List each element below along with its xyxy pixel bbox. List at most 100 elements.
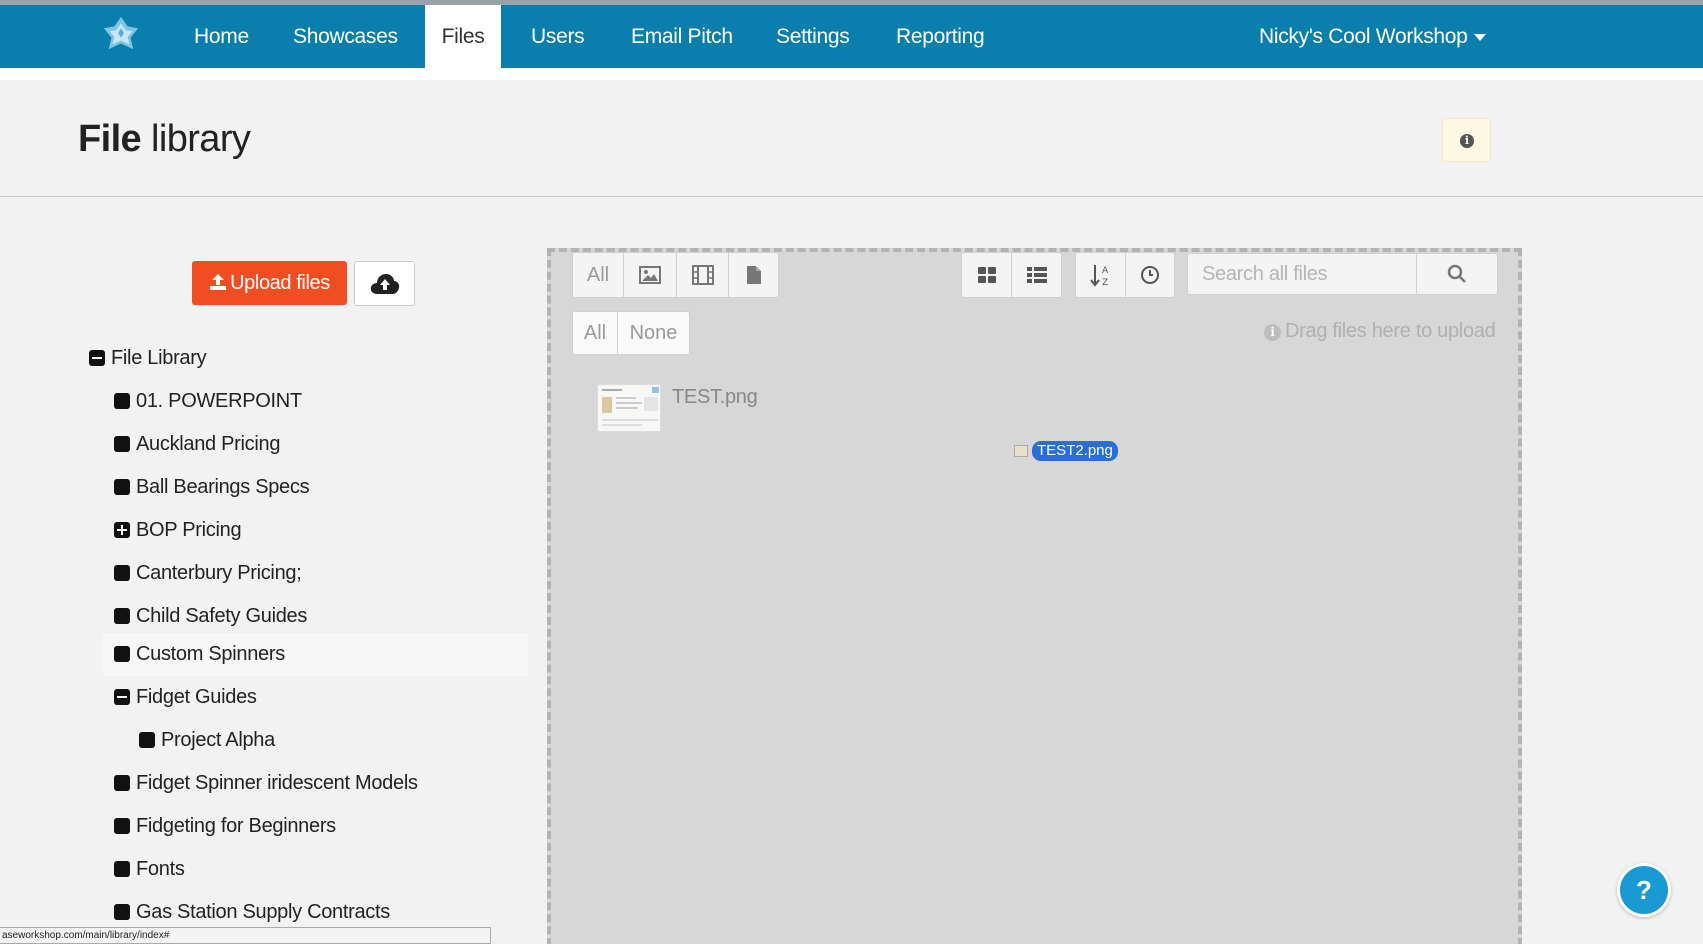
- tree-item-label: Ball Bearings Specs: [136, 476, 310, 498]
- drag-hint: i Drag files here to upload: [1264, 320, 1496, 343]
- list-view-icon: [1026, 267, 1047, 283]
- search-button[interactable]: [1416, 253, 1498, 295]
- tree-item-bop-pricing[interactable]: BOP Pricing: [114, 515, 242, 545]
- tree-item-label: Custom Spinners: [136, 643, 285, 665]
- tree-item-custom-spinners[interactable]: Custom Spinners: [114, 639, 285, 669]
- help-button[interactable]: ?: [1617, 863, 1671, 917]
- tree-item-canterbury-pricing[interactable]: Canterbury Pricing;: [114, 558, 302, 588]
- tree-item-label: Gas Station Supply Contracts: [136, 901, 390, 923]
- collapse-icon[interactable]: [114, 689, 130, 705]
- folder-icon: [114, 393, 130, 409]
- folder-icon: [139, 732, 155, 748]
- tree-item-label: Fidget Spinner iridescent Models: [136, 772, 418, 794]
- file-dropzone[interactable]: [547, 248, 1522, 944]
- filter-all-button[interactable]: All: [572, 252, 623, 298]
- info-icon: i: [1264, 324, 1281, 341]
- nav-users[interactable]: Users: [531, 5, 585, 68]
- tree-item-fidget-guides[interactable]: Fidget Guides: [114, 682, 257, 712]
- folder-icon: [114, 436, 130, 452]
- image-icon: [639, 266, 661, 284]
- nav-showcases[interactable]: Showcases: [293, 5, 398, 68]
- list-view-button[interactable]: [1011, 252, 1062, 298]
- select-all-label: All: [583, 321, 607, 344]
- view-toggle-group: [961, 252, 1062, 298]
- info-button[interactable]: i: [1442, 118, 1491, 162]
- tree-item-gas-station-supply-contracts[interactable]: Gas Station Supply Contracts: [114, 897, 390, 927]
- nav-files[interactable]: Files: [425, 5, 501, 68]
- info-icon: i: [1460, 134, 1474, 148]
- search-input[interactable]: [1187, 253, 1416, 295]
- tree-item-ball-bearings-specs[interactable]: Ball Bearings Specs: [114, 472, 310, 502]
- file-thumbnail[interactable]: [597, 384, 661, 432]
- navbar-underline: [0, 68, 1703, 80]
- cloud-upload-icon: [370, 274, 400, 294]
- page-title-rest: library: [141, 118, 251, 160]
- grid-view-button[interactable]: [961, 252, 1011, 298]
- nav-reporting[interactable]: Reporting: [896, 5, 985, 68]
- file-search: [1187, 253, 1498, 295]
- tree-item-label: 01. POWERPOINT: [136, 390, 302, 412]
- browser-status-url: aseworkshop.com/main/library/index#: [0, 927, 491, 944]
- select-all-button[interactable]: All: [572, 311, 617, 355]
- sort-group: AZ: [1075, 252, 1175, 298]
- filter-images-button[interactable]: [623, 252, 676, 298]
- page-title: File library: [78, 118, 251, 161]
- search-icon: [1447, 264, 1466, 283]
- tree-item-file-library[interactable]: File Library: [89, 343, 207, 373]
- filter-documents-button[interactable]: [728, 252, 779, 298]
- folder-icon: [114, 646, 130, 662]
- nav-email-pitch[interactable]: Email Pitch: [631, 5, 733, 68]
- tree-item-label: Fidgeting for Beginners: [136, 815, 336, 837]
- expand-icon[interactable]: [114, 522, 130, 538]
- tree-item-fonts[interactable]: Fonts: [114, 854, 185, 884]
- nav-settings[interactable]: Settings: [776, 5, 850, 68]
- user-menu-dropdown[interactable]: Nicky's Cool Workshop: [1259, 5, 1486, 68]
- folder-icon: [114, 565, 130, 581]
- caret-down-icon: [1473, 33, 1486, 41]
- sort-recent-button[interactable]: [1125, 252, 1175, 298]
- file-name[interactable]: TEST.png: [672, 386, 758, 409]
- film-icon: [691, 265, 714, 285]
- tree-item-label: BOP Pricing: [136, 519, 242, 541]
- sort-alphabetical-button[interactable]: AZ: [1075, 252, 1125, 298]
- grid-view-icon: [977, 267, 996, 283]
- folder-icon: [114, 904, 130, 920]
- select-none-button[interactable]: None: [617, 311, 690, 355]
- upload-files-button[interactable]: Upload files: [192, 261, 347, 305]
- filter-videos-button[interactable]: [676, 252, 728, 298]
- tree-item-label: Project Alpha: [161, 729, 275, 751]
- folder-icon: [114, 775, 130, 791]
- image-file-icon: [1014, 445, 1028, 457]
- nav-home[interactable]: Home: [194, 5, 249, 68]
- tree-item-label: Canterbury Pricing;: [136, 562, 302, 584]
- svg-text:Z: Z: [1102, 278, 1108, 287]
- tree-item-auckland-pricing[interactable]: Auckland Pricing: [114, 429, 280, 459]
- cloud-upload-button[interactable]: [354, 261, 415, 306]
- svg-text:A: A: [1102, 266, 1109, 276]
- sort-alpha-icon: AZ: [1089, 265, 1109, 287]
- tree-item-01-powerpoint[interactable]: 01. POWERPOINT: [114, 386, 302, 416]
- upload-files-label: Upload files: [230, 272, 330, 294]
- clock-icon: [1141, 266, 1159, 284]
- tree-item-child-safety-guides[interactable]: Child Safety Guides: [114, 601, 307, 631]
- dragged-file: TEST2.png: [1014, 440, 1118, 462]
- dragged-file-label: TEST2.png: [1032, 441, 1118, 461]
- folder-icon: [114, 479, 130, 495]
- upload-icon: [210, 274, 227, 290]
- folder-icon: [114, 608, 130, 624]
- folder-icon: [114, 861, 130, 877]
- document-icon: [746, 266, 761, 284]
- tree-item-label: Fidget Guides: [136, 686, 257, 708]
- tree-item-label: File Library: [111, 347, 207, 369]
- filter-all-label: All: [586, 263, 610, 286]
- tree-item-fidgeting-for-beginners[interactable]: Fidgeting for Beginners: [114, 811, 336, 841]
- app-logo[interactable]: [102, 15, 140, 53]
- tree-item-label: Child Safety Guides: [136, 605, 308, 627]
- folder-icon: [114, 818, 130, 834]
- file-type-filter-group: All: [572, 252, 779, 298]
- tree-item-fidget-spinner-iridescent-models[interactable]: Fidget Spinner iridescent Models: [114, 768, 418, 798]
- tree-item-project-alpha[interactable]: Project Alpha: [139, 725, 275, 755]
- select-none-label: None: [629, 321, 678, 344]
- collapse-icon[interactable]: [89, 350, 105, 366]
- page-title-bold: File: [78, 118, 142, 160]
